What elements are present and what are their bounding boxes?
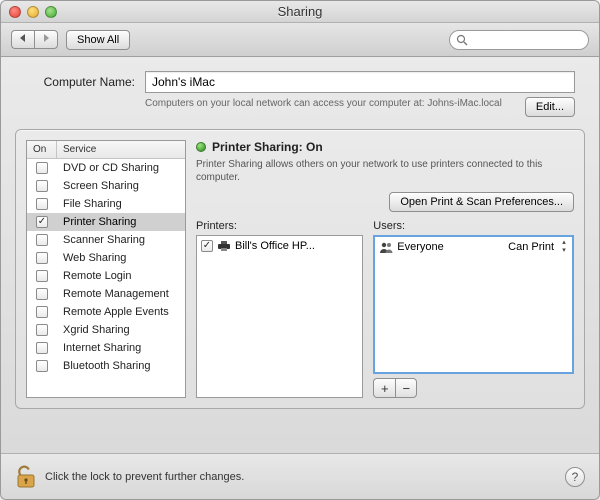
lock-text: Click the lock to prevent further change… [45,471,244,483]
service-label: Remote Apple Events [57,306,185,318]
main-panel: On Service DVD or CD Sharing Screen Shari… [15,129,585,409]
window-title: Sharing [278,4,323,19]
service-label: File Sharing [57,198,185,210]
service-row[interactable]: Screen Sharing [27,177,185,195]
service-checkbox[interactable] [36,216,48,228]
service-checkbox[interactable] [36,360,48,372]
services-table-header: On Service [27,141,185,159]
service-checkbox[interactable] [36,270,48,282]
permission-stepper[interactable]: ▴ ▾ [558,239,570,255]
search-input[interactable] [472,34,582,46]
printer-icon [217,240,231,252]
status-title: Printer Sharing: On [212,140,323,154]
service-label: Internet Sharing [57,342,185,354]
stepper-down-icon: ▾ [558,247,570,255]
stepper-up-icon: ▴ [558,239,570,247]
service-label: Xgrid Sharing [57,324,185,336]
service-row[interactable]: Remote Apple Events [27,303,185,321]
titlebar: Sharing [1,1,599,23]
service-checkbox[interactable] [36,162,48,174]
back-button[interactable] [11,30,34,49]
service-row[interactable]: Xgrid Sharing [27,321,185,339]
computer-name-subtext: Computers on your local network can acce… [145,97,515,110]
service-row[interactable]: Internet Sharing [27,339,185,357]
printers-label: Printers: [196,220,363,232]
printer-row[interactable]: Bill's Office HP... [197,236,362,256]
lock-icon[interactable] [15,464,37,490]
lists: Printers: Bill's Office HP... Users: Eve… [196,220,574,398]
service-row[interactable]: Printer Sharing [27,213,185,231]
header-service: Service [57,141,102,158]
service-label: Bluetooth Sharing [57,360,185,372]
footer: Click the lock to prevent further change… [1,453,599,499]
service-row[interactable]: Bluetooth Sharing [27,357,185,375]
service-checkbox[interactable] [36,288,48,300]
printer-label: Bill's Office HP... [235,240,315,252]
service-label: Remote Login [57,270,185,282]
computer-name-label: Computer Name: [25,75,135,89]
service-label: Remote Management [57,288,185,300]
remove-user-button[interactable]: − [395,378,417,398]
users-label: Users: [373,220,574,232]
forward-button[interactable] [34,30,58,49]
minimize-window-button[interactable] [27,6,39,18]
printer-checkbox[interactable] [201,240,213,252]
service-checkbox[interactable] [36,234,48,246]
service-label: Screen Sharing [57,180,185,192]
detail-pane: Printer Sharing: On Printer Sharing allo… [196,140,574,398]
zoom-window-button[interactable] [45,6,57,18]
lock-row: Click the lock to prevent further change… [15,464,244,490]
service-description: Printer Sharing allows others on your ne… [196,158,574,184]
service-checkbox[interactable] [36,252,48,264]
service-label: Scanner Sharing [57,234,185,246]
sharing-prefpane-window: Sharing Show All Computer Name: Computer… [0,0,600,500]
services-list[interactable]: DVD or CD Sharing Screen Sharing File Shar… [27,159,185,397]
help-button[interactable]: ? [565,467,585,487]
computer-name-input[interactable] [145,71,575,93]
edit-hostname-button[interactable]: Edit... [525,97,575,117]
service-checkbox[interactable] [36,324,48,336]
show-all-button[interactable]: Show All [66,30,130,50]
close-window-button[interactable] [9,6,21,18]
add-user-button[interactable]: + [373,378,395,398]
printers-listbox[interactable]: Bill's Office HP... [196,235,363,398]
users-icon [379,241,393,253]
service-checkbox[interactable] [36,306,48,318]
status-row: Printer Sharing: On [196,140,574,154]
status-indicator-icon [196,142,206,152]
add-remove-users: + − [373,378,574,398]
computer-name-subrow: Computers on your local network can acce… [15,93,585,125]
user-row[interactable]: EveryoneCan Print [375,237,572,257]
computer-name-row: Computer Name: [15,67,585,93]
search-field[interactable] [449,30,589,50]
service-checkbox[interactable] [36,198,48,210]
service-row[interactable]: Remote Management [27,285,185,303]
service-label: Printer Sharing [57,216,185,228]
service-label: Web Sharing [57,252,185,264]
service-row[interactable]: DVD or CD Sharing [27,159,185,177]
users-listbox[interactable]: EveryoneCan Print ▴ ▾ [373,235,574,374]
service-row[interactable]: Web Sharing [27,249,185,267]
toolbar: Show All [1,23,599,57]
service-row[interactable]: Remote Login [27,267,185,285]
nav-buttons [11,30,58,49]
forward-triangle-icon [41,33,51,43]
window-controls [9,6,57,18]
content: Computer Name: Computers on your local n… [1,57,599,499]
search-icon [456,34,468,46]
service-checkbox[interactable] [36,180,48,192]
service-checkbox[interactable] [36,342,48,354]
service-row[interactable]: File Sharing [27,195,185,213]
user-label: Everyone [397,241,443,253]
services-table: On Service DVD or CD Sharing Screen Shari… [26,140,186,398]
service-label: DVD or CD Sharing [57,162,185,174]
service-row[interactable]: Scanner Sharing [27,231,185,249]
header-on: On [27,141,57,158]
open-print-scan-button[interactable]: Open Print & Scan Preferences... [389,192,574,212]
back-triangle-icon [18,33,28,43]
